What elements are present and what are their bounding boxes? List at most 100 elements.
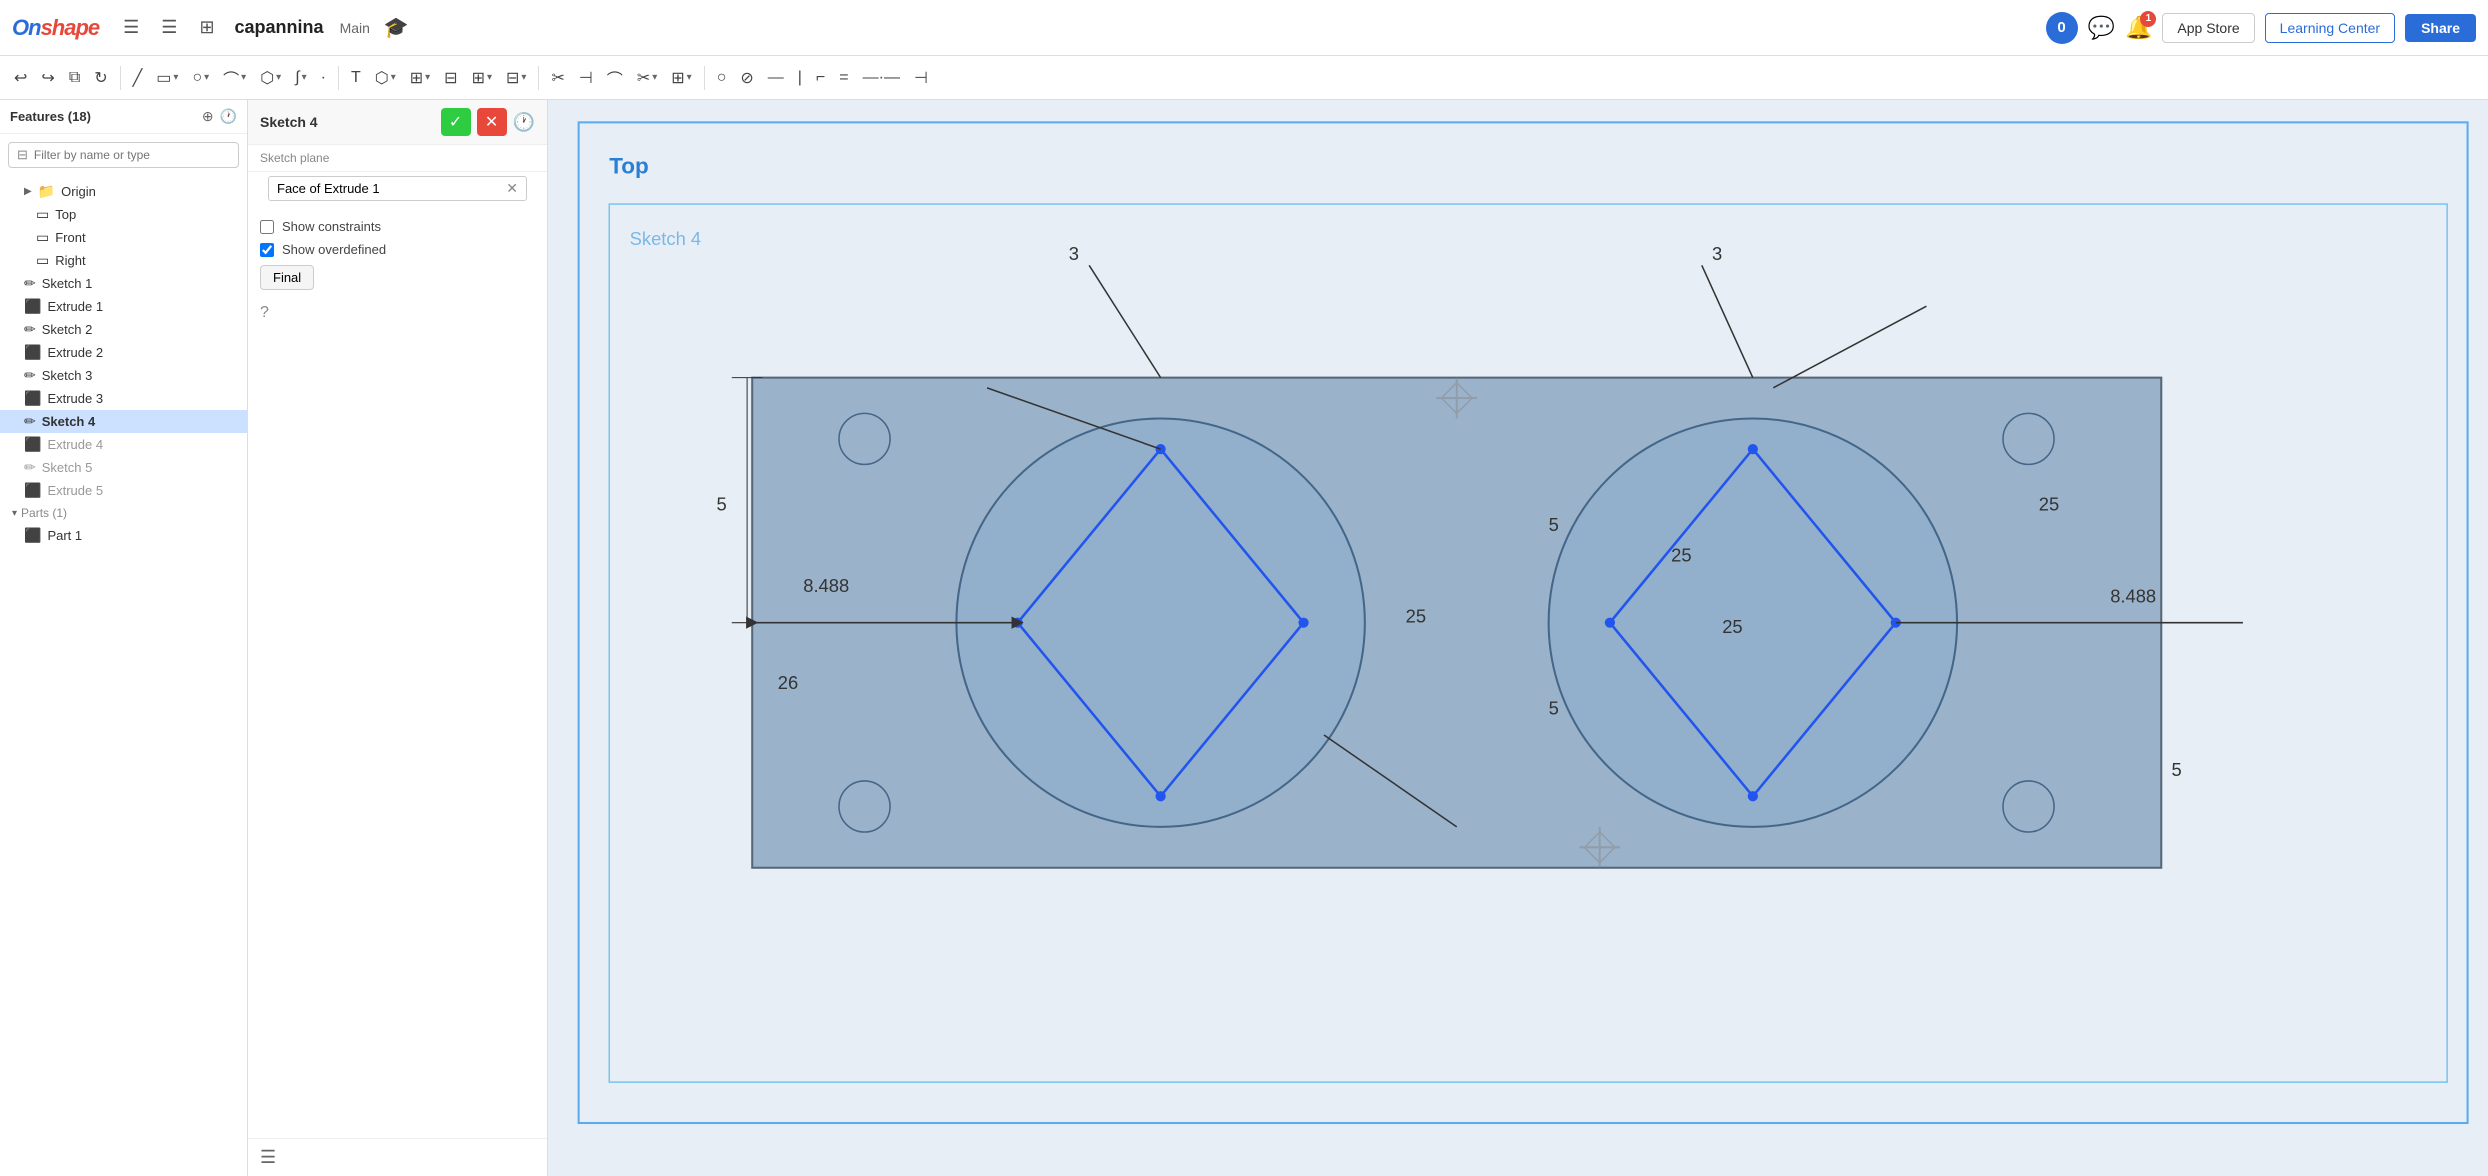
viewport[interactable]: Top Sketch 4 (548, 100, 2488, 1176)
align-tool[interactable]: ⊟ (438, 64, 463, 92)
add-feature-button[interactable]: ⊞ (193, 13, 220, 42)
svg-text:25: 25 (2039, 493, 2059, 514)
cancel-button[interactable]: ✕ (477, 108, 507, 136)
sketch-panel-title: Sketch 4 (260, 114, 318, 130)
svg-text:5: 5 (1549, 514, 1559, 535)
plane-icon: ▭ (36, 229, 49, 246)
chat-icon[interactable]: 💬 (2088, 15, 2115, 41)
svg-text:3: 3 (1069, 243, 1079, 264)
redo-button[interactable]: ↪ (35, 64, 60, 92)
text-tool[interactable]: T (345, 65, 367, 91)
extrude-icon: ⬛ (24, 390, 41, 407)
polygon-tool[interactable]: ⬡ ▾ (254, 64, 287, 92)
sidebar-title: Features (18) (10, 109, 91, 124)
end-dim[interactable]: ⊣ (908, 64, 934, 92)
tree-item-sketch5[interactable]: ✏ Sketch 5 (0, 456, 247, 479)
rotate-button[interactable]: ↻ (88, 64, 113, 92)
top-label: Top (55, 207, 76, 222)
split-tool[interactable]: ✂ ▾ (631, 64, 663, 92)
extrude-icon: ⬛ (24, 482, 41, 499)
equal-dim[interactable]: = (833, 65, 854, 91)
sidebar-add-button[interactable]: ⊕ (202, 108, 214, 125)
tree-item-extrude2[interactable]: ⬛ Extrude 2 (0, 341, 247, 364)
hamburger-menu-button[interactable]: ☰ (117, 13, 145, 42)
show-overdefined-label: Show overdefined (282, 242, 386, 257)
svg-text:3: 3 (1712, 243, 1722, 264)
tree-item-extrude1[interactable]: ⬛ Extrude 1 (0, 295, 247, 318)
tree-item-extrude5[interactable]: ⬛ Extrude 5 (0, 479, 247, 502)
clock-icon[interactable]: 🕐 (513, 108, 535, 136)
grid-tool[interactable]: ⊞ ▾ (466, 64, 498, 92)
diameter-dim[interactable]: ⊘ (734, 64, 759, 92)
circle-tool[interactable]: ○ ▾ (186, 65, 215, 91)
extrude-icon: ⬛ (24, 298, 41, 315)
mirror-tool[interactable]: ⊞ ▾ (665, 64, 697, 92)
logo[interactable]: Onshape (12, 15, 99, 41)
circle-dim[interactable]: ○ (711, 65, 733, 91)
svg-text:26: 26 (778, 672, 798, 693)
tree-item-sketch1[interactable]: ✏ Sketch 1 (0, 272, 247, 295)
undo-button[interactable]: ↩ (8, 64, 33, 92)
tree-item-origin[interactable]: ▶ 📁 Origin (0, 180, 247, 203)
tree-item-sketch4[interactable]: ✏ Sketch 4 (0, 410, 247, 433)
fillet-tool[interactable]: ⌒ (601, 62, 629, 94)
tree-item-sketch2[interactable]: ✏ Sketch 2 (0, 318, 247, 341)
appstore-button[interactable]: App Store (2162, 13, 2254, 43)
svg-text:25: 25 (1671, 544, 1691, 565)
show-overdefined-row[interactable]: Show overdefined (260, 242, 535, 257)
point-tool[interactable]: · (315, 65, 332, 91)
extrude-icon: ⬛ (24, 436, 41, 453)
tree-item-extrude3[interactable]: ⬛ Extrude 3 (0, 387, 247, 410)
sketch-plane-value[interactable]: Face of Extrude 1 ✕ (268, 176, 527, 201)
main-area: Features (18) ⊕ 🕐 ⊟ ▶ 📁 Origin ▭ Top (0, 100, 2488, 1176)
help-icon[interactable]: ? (260, 304, 269, 321)
search-input[interactable] (34, 148, 230, 162)
line-dim2[interactable]: | (792, 65, 808, 91)
notification-bell[interactable]: 🔔 1 (2125, 15, 2152, 41)
plane-value-text: Face of Extrude 1 (277, 181, 380, 196)
svg-text:5: 5 (716, 493, 726, 514)
sketch-plane-row: Sketch plane (248, 145, 547, 172)
extend-tool[interactable]: ⊣ (573, 64, 599, 92)
tree-item-top[interactable]: ▭ Top (0, 203, 247, 226)
sketch-icon: ✏ (24, 321, 36, 338)
feature-list-button[interactable]: ☰ (155, 13, 183, 42)
dxf-tool[interactable]: ⊟ ▾ (500, 64, 532, 92)
tree-item-right[interactable]: ▭ Right (0, 249, 247, 272)
more-dim[interactable]: —·— (857, 65, 906, 91)
tree-item-sketch3[interactable]: ✏ Sketch 3 (0, 364, 247, 387)
spline-tool[interactable]: ∫ ▾ (289, 65, 312, 91)
confirm-button[interactable]: ✓ (441, 108, 471, 136)
svg-text:5: 5 (2171, 759, 2181, 780)
tree-item-part1[interactable]: ⬛ Part 1 (0, 524, 247, 547)
sketch1-label: Sketch 1 (42, 276, 93, 291)
copy-button[interactable]: ⧉ (63, 65, 86, 91)
sketch-icon: ✏ (24, 367, 36, 384)
share-button[interactable]: Share (2405, 14, 2476, 42)
offset-tool[interactable]: ⬡ ▾ (369, 64, 402, 92)
arc-tool[interactable]: ⌒ ▾ (217, 62, 252, 94)
clear-plane-icon[interactable]: ✕ (506, 180, 518, 197)
line-tool[interactable]: ╱ (127, 64, 149, 92)
corner-dim[interactable]: ⌐ (810, 65, 831, 91)
sidebar-clock-button[interactable]: 🕐 (220, 108, 237, 125)
final-button[interactable]: Final (260, 265, 314, 290)
list-icon-button[interactable]: ☰ (260, 1147, 276, 1168)
plane-icon: ▭ (36, 206, 49, 223)
show-overdefined-checkbox[interactable] (260, 243, 274, 257)
parts-section[interactable]: ▾ Parts (1) (0, 502, 247, 524)
show-constraints-label: Show constraints (282, 219, 381, 234)
toolbar: ↩ ↪ ⧉ ↻ ╱ ▭ ▾ ○ ▾ ⌒ ▾ ⬡ ▾ ∫ ▾ · T ⬡ ▾ ⊞ … (0, 56, 2488, 100)
extrude5-label: Extrude 5 (47, 483, 103, 498)
filter-icon: ⊟ (17, 147, 28, 163)
trim-tool[interactable]: ✂ (545, 64, 570, 92)
front-label: Front (55, 230, 85, 245)
tree-item-extrude4[interactable]: ⬛ Extrude 4 (0, 433, 247, 456)
learning-center-button[interactable]: Learning Center (2265, 13, 2395, 43)
tree-item-front[interactable]: ▭ Front (0, 226, 247, 249)
show-constraints-row[interactable]: Show constraints (260, 219, 535, 234)
line-dim1[interactable]: — (762, 65, 790, 91)
rect-tool[interactable]: ▭ ▾ (150, 64, 184, 92)
show-constraints-checkbox[interactable] (260, 220, 274, 234)
pattern-tool[interactable]: ⊞ ▾ (404, 64, 436, 92)
